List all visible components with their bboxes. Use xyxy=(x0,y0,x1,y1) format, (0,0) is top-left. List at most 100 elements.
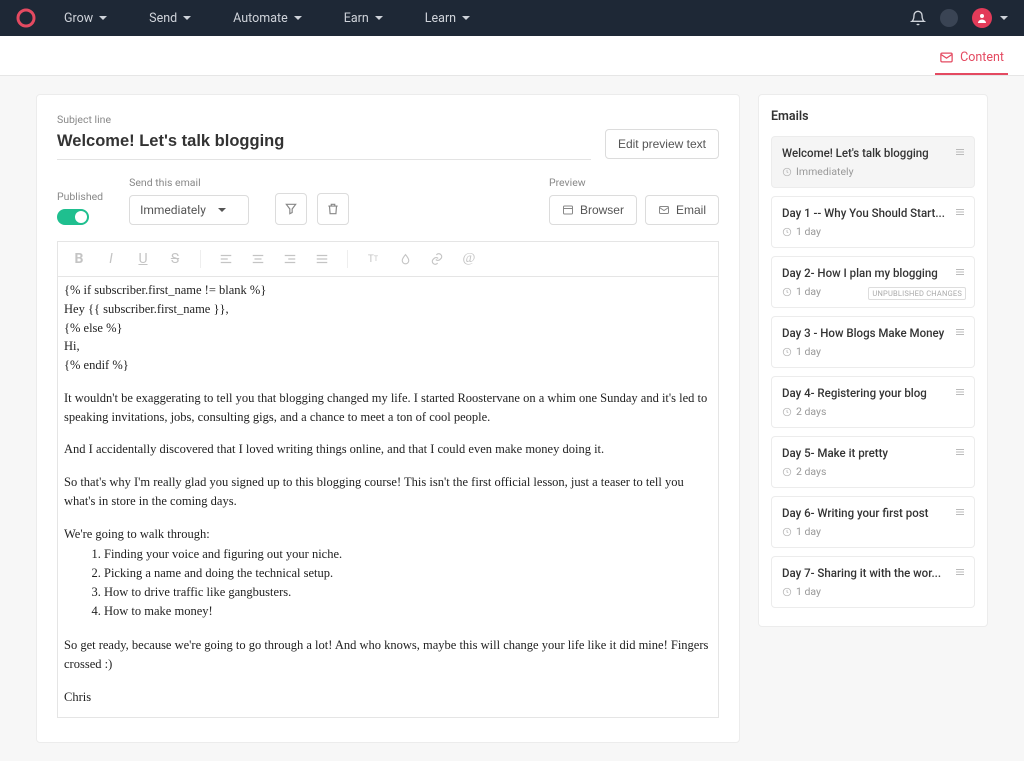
clock-icon xyxy=(782,407,792,417)
align-justify-button[interactable] xyxy=(311,248,333,270)
email-card-title: Welcome! Let's talk blogging xyxy=(782,146,964,160)
envelope-icon xyxy=(939,50,954,65)
align-left-button[interactable] xyxy=(215,248,237,270)
align-right-button[interactable] xyxy=(279,248,301,270)
email-card[interactable]: Day 6- Writing your first post 1 day xyxy=(771,496,975,548)
delete-button[interactable] xyxy=(317,193,349,225)
text-size-button[interactable]: TT xyxy=(362,248,384,270)
drag-handle[interactable] xyxy=(954,266,966,278)
brand-logo[interactable] xyxy=(16,8,36,28)
subject-input[interactable] xyxy=(57,128,591,160)
drag-handle[interactable] xyxy=(954,446,966,458)
unpublished-badge: UNPUBLISHED CHANGES xyxy=(868,287,966,300)
status-circle-icon[interactable] xyxy=(940,9,958,27)
drag-handle[interactable] xyxy=(954,506,966,518)
email-card-title: Day 5- Make it pretty xyxy=(782,446,964,460)
clock-icon xyxy=(782,167,792,177)
email-card-delay: 2 days xyxy=(782,405,964,418)
subject-label: Subject line xyxy=(57,113,719,126)
email-card-delay: 1 day xyxy=(782,585,964,598)
drag-handle-icon xyxy=(954,386,966,398)
drag-handle-icon xyxy=(954,566,966,578)
nav-grow[interactable]: Grow xyxy=(64,11,107,26)
align-left-icon xyxy=(219,252,233,266)
align-center-button[interactable] xyxy=(247,248,269,270)
email-card-title: Day 2- How I plan my blogging xyxy=(782,266,964,280)
drag-handle[interactable] xyxy=(954,386,966,398)
email-card[interactable]: Day 4- Registering your blog 2 days xyxy=(771,376,975,428)
tab-content[interactable]: Content xyxy=(935,42,1008,75)
drag-handle-icon xyxy=(954,326,966,338)
send-timing-select[interactable]: Immediately xyxy=(129,195,249,225)
funnel-icon xyxy=(284,202,298,216)
preview-email-button[interactable]: Email xyxy=(645,195,719,225)
avatar-icon xyxy=(972,8,992,28)
align-center-icon xyxy=(251,252,265,266)
color-button[interactable] xyxy=(394,248,416,270)
drag-handle-icon xyxy=(954,446,966,458)
drag-handle-icon xyxy=(954,206,966,218)
link-icon xyxy=(430,252,444,266)
bold-button[interactable]: B xyxy=(68,248,90,270)
nav-send[interactable]: Send xyxy=(149,11,191,26)
email-card-delay: 1 day xyxy=(782,225,964,238)
email-card-delay: 2 days xyxy=(782,465,964,478)
account-menu[interactable] xyxy=(972,8,1008,28)
email-card-title: Day 6- Writing your first post xyxy=(782,506,964,520)
align-justify-icon xyxy=(315,252,329,266)
nav-earn[interactable]: Earn xyxy=(344,11,383,26)
notifications-icon[interactable] xyxy=(910,10,926,26)
clock-icon xyxy=(782,227,792,237)
email-card[interactable]: Day 5- Make it pretty 2 days xyxy=(771,436,975,488)
drag-handle[interactable] xyxy=(954,146,966,158)
published-toggle[interactable] xyxy=(57,209,89,225)
email-card[interactable]: Day 3 - How Blogs Make Money 1 day xyxy=(771,316,975,368)
send-timing-value: Immediately xyxy=(140,203,206,217)
preview-email-label: Email xyxy=(676,203,706,217)
email-list: Welcome! Let's talk blogging Immediately D… xyxy=(771,136,975,608)
edit-preview-text-button[interactable]: Edit preview text xyxy=(605,129,719,159)
email-card-title: Day 3 - How Blogs Make Money xyxy=(782,326,964,340)
drag-handle-icon xyxy=(954,506,966,518)
email-card[interactable]: Welcome! Let's talk blogging Immediately xyxy=(771,136,975,188)
email-card[interactable]: Day 2- How I plan my blogging1 dayUNPUBL… xyxy=(771,256,975,308)
emails-sidebar: Emails Welcome! Let's talk blogging Immed… xyxy=(758,94,988,627)
filter-button[interactable] xyxy=(275,193,307,225)
published-label: Published xyxy=(57,190,103,203)
send-timing-label: Send this email xyxy=(129,176,249,189)
clock-icon xyxy=(782,587,792,597)
clock-icon xyxy=(782,467,792,477)
italic-button[interactable]: I xyxy=(100,248,122,270)
drag-handle[interactable] xyxy=(954,326,966,338)
email-card[interactable]: Day 7- Sharing it with the wor... 1 day xyxy=(771,556,975,608)
underline-button[interactable]: U xyxy=(132,248,154,270)
drop-icon xyxy=(399,253,412,266)
clock-icon xyxy=(782,527,792,537)
editor-body[interactable]: {% if subscriber.first_name != blank %} … xyxy=(57,276,719,718)
strike-button[interactable]: S xyxy=(164,248,186,270)
email-card-delay: Immediately xyxy=(782,165,964,178)
nav-learn[interactable]: Learn xyxy=(425,11,470,26)
mention-button[interactable]: @ xyxy=(458,248,480,270)
email-card-delay: 1 day xyxy=(782,345,964,358)
drag-handle-icon xyxy=(954,266,966,278)
editor-panel: Subject line Edit preview text Published… xyxy=(36,94,740,743)
email-card-delay: 1 day xyxy=(782,525,964,538)
drag-handle[interactable] xyxy=(954,206,966,218)
nav-items: Grow Send Automate Earn Learn xyxy=(64,11,470,26)
sub-toolbar: Content xyxy=(0,36,1024,76)
email-card-title: Day 7- Sharing it with the wor... xyxy=(782,566,964,580)
link-button[interactable] xyxy=(426,248,448,270)
preview-browser-button[interactable]: Browser xyxy=(549,195,637,225)
drag-handle-icon xyxy=(954,146,966,158)
sidebar-title: Emails xyxy=(771,109,975,124)
drag-handle[interactable] xyxy=(954,566,966,578)
email-card[interactable]: Day 1 -- Why You Should Start... 1 day xyxy=(771,196,975,248)
email-card-title: Day 1 -- Why You Should Start... xyxy=(782,206,964,220)
trash-icon xyxy=(326,202,340,216)
editor-toolbar: B I U S TT @ xyxy=(57,241,719,276)
email-card-title: Day 4- Registering your blog xyxy=(782,386,964,400)
nav-automate[interactable]: Automate xyxy=(233,11,302,26)
tab-content-label: Content xyxy=(960,50,1004,65)
window-icon xyxy=(562,204,574,216)
